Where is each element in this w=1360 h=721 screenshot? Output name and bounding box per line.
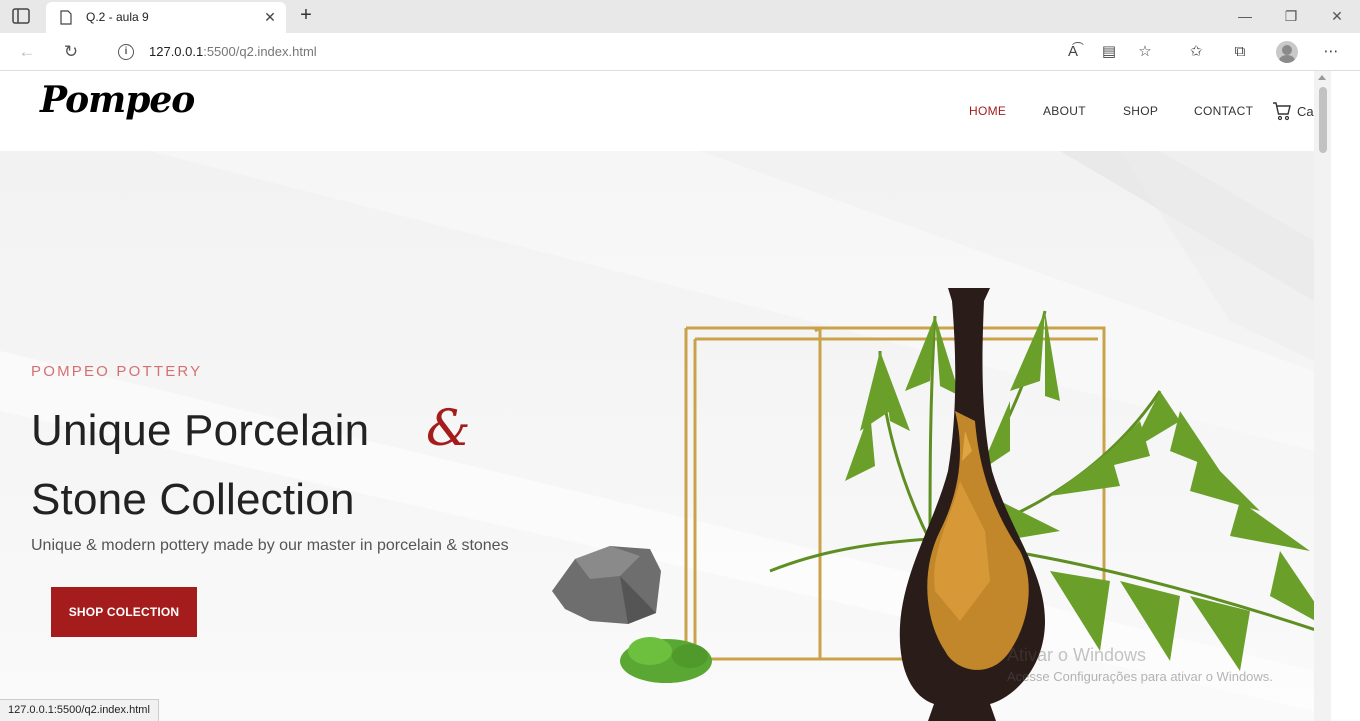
url-host: 127.0.0.1 bbox=[149, 44, 204, 59]
windows-activation-text: Acesse Configurações para ativar o Windo… bbox=[1007, 669, 1273, 684]
site-logo[interactable]: Pompeo bbox=[40, 79, 195, 121]
new-tab-icon[interactable]: + bbox=[296, 5, 316, 25]
collections-icon[interactable]: ⧉ bbox=[1229, 42, 1251, 62]
nav-shop[interactable]: SHOP bbox=[1123, 104, 1158, 118]
immersive-reader-icon[interactable]: ▤ bbox=[1098, 42, 1120, 62]
hero-eyebrow: POMPEO POTTERY bbox=[31, 363, 203, 380]
cart-link[interactable]: Cart bbox=[1297, 104, 1314, 119]
tab-title: Q.2 - aula 9 bbox=[86, 10, 149, 24]
url-text[interactable]: 127.0.0.1:5500/q2.index.html bbox=[149, 44, 317, 59]
minimize-icon[interactable]: — bbox=[1230, 6, 1260, 26]
hero-title-line2: Stone Collection bbox=[31, 475, 355, 524]
cart-icon[interactable] bbox=[1272, 101, 1292, 121]
browser-tab[interactable]: Q.2 - aula 9 ✕ bbox=[46, 2, 286, 33]
site-info-icon[interactable]: i bbox=[118, 44, 134, 60]
nav-contact[interactable]: CONTACT bbox=[1194, 104, 1253, 118]
scrollbar-track[interactable] bbox=[1314, 71, 1331, 721]
refresh-icon[interactable]: ↻ bbox=[60, 41, 82, 63]
hero-banner: POMPEO POTTERY Unique Porcelain & Stone … bbox=[0, 151, 1314, 721]
restore-icon[interactable]: ❐ bbox=[1276, 6, 1306, 26]
hero-subtitle: Unique & modern pottery made by our mast… bbox=[31, 537, 509, 554]
web-page: Pompeo HOME ABOUT SHOP CONTACT Cart bbox=[0, 71, 1314, 721]
scroll-up-icon[interactable] bbox=[1318, 75, 1326, 80]
favorites-icon[interactable]: ✩ bbox=[1185, 42, 1207, 62]
url-path: :5500/q2.index.html bbox=[203, 44, 317, 59]
window-close-icon[interactable]: ✕ bbox=[1322, 6, 1352, 26]
hero-title-line1: Unique Porcelain bbox=[31, 406, 370, 455]
document-icon bbox=[60, 10, 72, 25]
nav-home[interactable]: HOME bbox=[969, 104, 1006, 118]
browser-tab-bar: Q.2 - aula 9 ✕ + — ❐ ✕ bbox=[0, 0, 1360, 33]
profile-avatar[interactable] bbox=[1276, 41, 1298, 63]
read-aloud-icon[interactable]: A͡ bbox=[1062, 42, 1084, 62]
scrollbar-thumb[interactable] bbox=[1319, 87, 1327, 153]
page-scrollbar[interactable] bbox=[1314, 71, 1360, 721]
hero-ampersand: & bbox=[426, 399, 471, 457]
tab-actions-icon[interactable] bbox=[12, 8, 30, 24]
more-options-icon[interactable]: ⋯ bbox=[1320, 42, 1342, 62]
back-icon[interactable]: ← bbox=[16, 41, 38, 63]
windows-activation-title: Ativar o Windows bbox=[1007, 645, 1147, 665]
site-header: Pompeo HOME ABOUT SHOP CONTACT Cart bbox=[0, 71, 1314, 151]
status-bar-url: 127.0.0.1:5500/q2.index.html bbox=[0, 699, 159, 721]
close-tab-icon[interactable]: ✕ bbox=[262, 9, 278, 25]
shop-collection-button[interactable]: SHOP COLECTION bbox=[51, 587, 197, 637]
address-bar[interactable]: i 127.0.0.1:5500/q2.index.html bbox=[100, 37, 1166, 67]
add-favorite-icon[interactable]: ☆ bbox=[1134, 42, 1156, 62]
nav-about[interactable]: ABOUT bbox=[1043, 104, 1086, 118]
browser-toolbar: ← ↻ i 127.0.0.1:5500/q2.index.html A͡ ▤ … bbox=[0, 33, 1360, 71]
